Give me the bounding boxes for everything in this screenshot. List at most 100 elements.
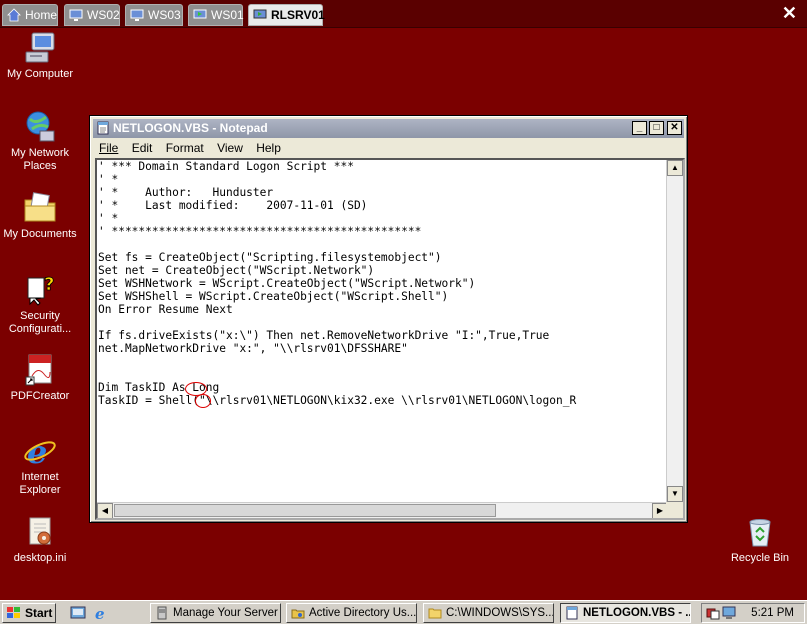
text-line: Set WSHShell = WScript.CreateObject("WSc…: [98, 290, 449, 303]
desktop-icon-label: desktop.ini: [13, 552, 67, 564]
text-line: ' *: [98, 173, 119, 186]
monitor-icon: [130, 9, 144, 21]
server-icon: [157, 606, 167, 620]
text-line: TaskID = Shell("\\rlsrv01\NETLOGON\kix32…: [98, 394, 577, 407]
menu-view[interactable]: View: [217, 141, 243, 155]
clock[interactable]: 5:21 PM: [751, 604, 794, 622]
taskbar-button-windows-system-folder[interactable]: C:\WINDOWS\SYS...: [423, 603, 554, 623]
desktop-icon-recycle-bin[interactable]: Recycle Bin: [720, 514, 800, 565]
start-button[interactable]: Start: [2, 603, 56, 623]
taskbar-button-label: C:\WINDOWS\SYS...: [446, 607, 554, 619]
windows-logo-icon: [7, 607, 20, 618]
tab-label: WS02: [87, 8, 120, 22]
scroll-down-button[interactable]: ▼: [667, 486, 683, 502]
computer-status-icon[interactable]: [722, 606, 736, 620]
window-title-bar[interactable]: NETLOGON.VBS - Notepad _ □ ✕: [93, 119, 684, 138]
desktop-icon-label: My Documents: [3, 228, 77, 240]
text-line: [98, 368, 666, 381]
home-icon: [7, 8, 21, 22]
window-title: NETLOGON.VBS - Notepad: [113, 121, 268, 135]
close-button[interactable]: ✕: [667, 121, 682, 135]
vertical-scrollbar[interactable]: ▲ ▼: [666, 160, 683, 502]
tab-label: Home: [25, 8, 58, 22]
tab-ws03[interactable]: WS03: [125, 4, 183, 26]
desktop-icon-desktop-ini[interactable]: desktop.ini: [0, 514, 80, 565]
svg-text:?: ?: [44, 274, 54, 295]
text-line: On Error Resume Next: [98, 303, 233, 316]
monitor-icon: [69, 9, 83, 21]
taskbar-button-notepad[interactable]: NETLOGON.VBS - ...: [560, 603, 691, 623]
minimize-button[interactable]: _: [632, 121, 647, 135]
desktop-icon-label: PDFCreator: [10, 390, 70, 402]
scroll-left-button[interactable]: ◀: [97, 503, 113, 518]
desktop-icon-label: My Computer: [6, 68, 74, 80]
ini-file-icon: [29, 517, 51, 545]
menu-edit[interactable]: Edit: [132, 141, 153, 155]
computer-icon: [25, 32, 55, 63]
scroll-thumb[interactable]: [114, 504, 496, 517]
taskbar-button-active-directory[interactable]: Active Directory Us...: [286, 603, 417, 623]
text-editor[interactable]: ' *** Domain Standard Logon Script *** ' …: [95, 158, 685, 520]
desktop-icon-label: My Network Places: [10, 147, 70, 172]
maximize-button[interactable]: □: [649, 121, 664, 135]
desktop-icon-my-network-places[interactable]: My Network Places: [0, 109, 80, 173]
folder-icon: [24, 192, 56, 222]
text-line: net.MapNetworkDrive "x:", "\\rlsrv01\DFS…: [98, 342, 408, 355]
recycle-bin-icon: [749, 519, 771, 547]
text-line: Set WSHNetwork = WScript.CreateObject("W…: [98, 277, 476, 290]
network-status-icon[interactable]: [706, 606, 720, 620]
taskbar-button-label: Active Directory Us...: [309, 607, 417, 619]
resize-grip[interactable]: [666, 502, 683, 518]
active-directory-icon: [291, 609, 305, 619]
text-line: ' *: [98, 212, 119, 225]
text-line: Dim TaskID As Long: [98, 381, 220, 394]
horizontal-scrollbar[interactable]: ◀ ▶: [97, 502, 668, 518]
menu-format[interactable]: Format: [166, 141, 204, 155]
monitor-play-icon: [193, 9, 207, 19]
notepad-icon: [566, 606, 578, 620]
desktop-icon-my-documents[interactable]: My Documents: [0, 190, 80, 241]
ie-icon: e: [24, 433, 56, 469]
desktop-icon-internet-explorer[interactable]: e Internet Explorer: [0, 433, 80, 497]
svg-text:e: e: [95, 605, 105, 621]
script-text[interactable]: ' *** Domain Standard Logon Script *** ' …: [98, 160, 666, 502]
menu-help[interactable]: Help: [256, 141, 281, 155]
system-tray: 5:21 PM: [701, 603, 805, 623]
tab-label: WS01: [211, 8, 244, 22]
taskbar-button-label: NETLOGON.VBS - ...: [583, 607, 691, 619]
pdf-icon: [25, 354, 52, 386]
taskbar-button-manage-your-server[interactable]: Manage Your Server: [150, 603, 281, 623]
monitor-play-icon: [253, 9, 267, 19]
scroll-up-button[interactable]: ▲: [667, 160, 683, 176]
desktop-icon-pdfcreator[interactable]: PDFCreator: [0, 352, 80, 403]
text-line: [98, 355, 666, 368]
text-line: If fs.driveExists("x:\") Then net.Remove…: [98, 329, 550, 342]
notepad-icon: [97, 121, 109, 135]
desktop-icon-label: Internet Explorer: [19, 471, 61, 496]
tab-ws01[interactable]: WS01: [188, 4, 244, 26]
text-line: ' * Author: Hunduster: [98, 186, 274, 199]
tab-label: WS03: [148, 8, 181, 22]
taskbar-button-label: Manage Your Server: [173, 607, 278, 619]
desktop-icon-security-configuration[interactable]: ? Security Configurati...: [0, 272, 80, 336]
text-line: Set net = CreateObject("WScript.Network"…: [98, 264, 375, 277]
tab-rlsrv01[interactable]: RLSRV01: [248, 4, 325, 26]
security-config-icon: ?: [27, 274, 55, 306]
folder-icon: [428, 608, 442, 619]
menu-file[interactable]: File: [99, 141, 118, 155]
tab-ws02[interactable]: WS02: [64, 4, 120, 26]
text-line: ' **************************************…: [98, 225, 422, 238]
show-desktop-icon[interactable]: [70, 605, 86, 621]
notepad-window: NETLOGON.VBS - Notepad _ □ ✕ File Edit F…: [89, 115, 688, 523]
text-line: ' * Last modified: 2007-11-01 (SD): [98, 199, 368, 212]
text-line: ' *** Domain Standard Logon Script ***: [98, 160, 354, 173]
ie-icon[interactable]: e: [94, 605, 110, 621]
close-session-button[interactable]: ✕: [782, 3, 797, 23]
desktop-icon-label: Security Configurati...: [8, 310, 72, 335]
network-icon: [26, 111, 55, 142]
tab-home[interactable]: Home: [2, 4, 58, 26]
text-line: [98, 238, 666, 251]
desktop-icon-my-computer[interactable]: My Computer: [0, 30, 80, 81]
start-label: Start: [25, 606, 53, 620]
red-annotation-circle: [195, 394, 211, 408]
